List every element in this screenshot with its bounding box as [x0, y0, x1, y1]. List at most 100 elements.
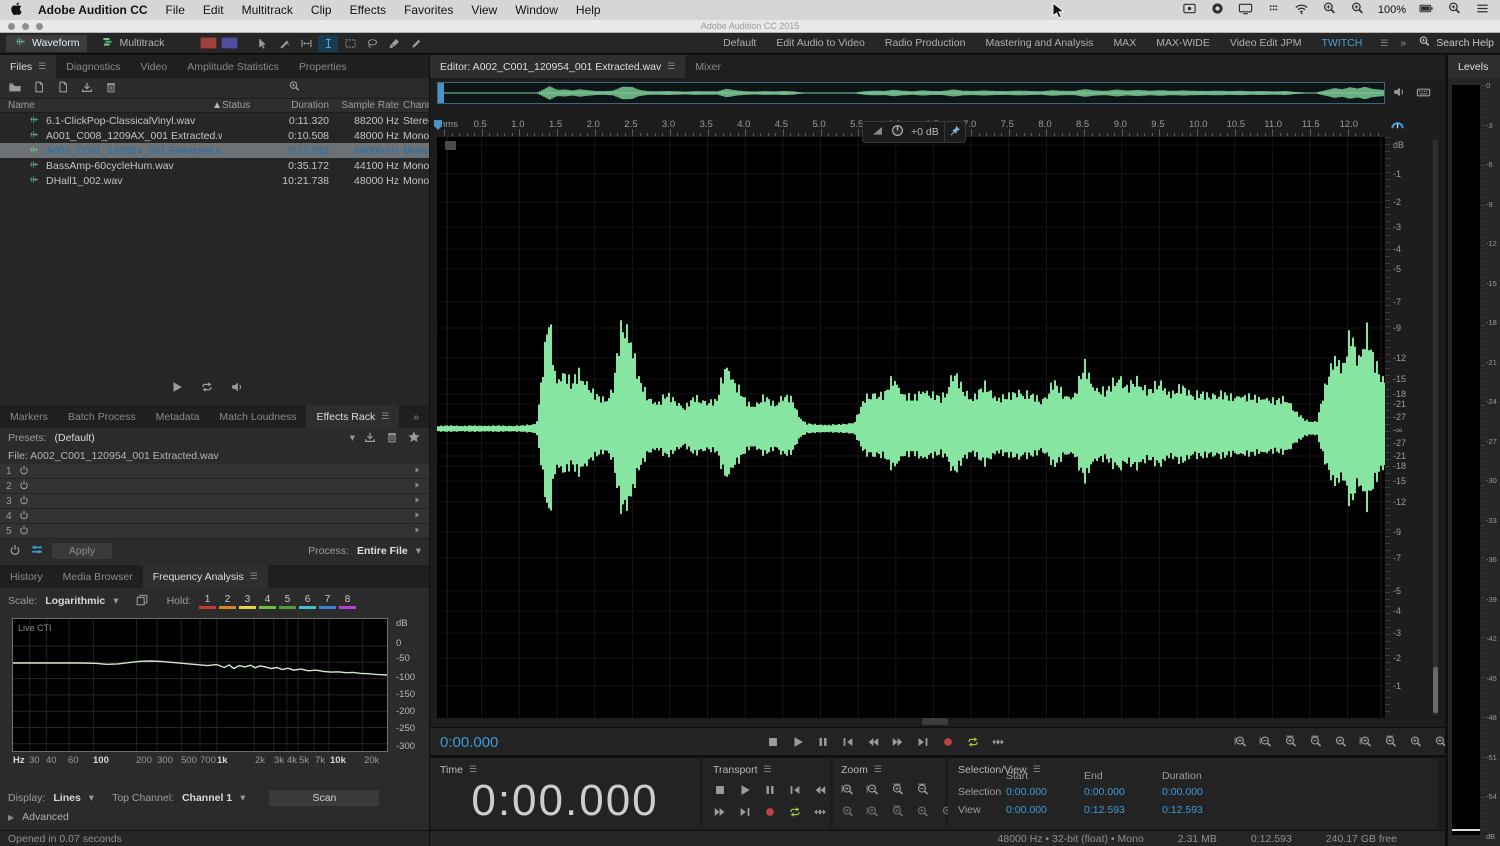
import-file-icon[interactable]: [32, 80, 46, 97]
column-duration[interactable]: Duration: [260, 100, 335, 111]
effect-slot-5[interactable]: 5: [0, 524, 429, 539]
spotlight-search-icon[interactable]: [1447, 1, 1462, 19]
workspace-menu-icon[interactable]: ☰: [1380, 38, 1388, 49]
menu-item-favorites[interactable]: Favorites: [404, 3, 453, 17]
slot-power-icon[interactable]: [18, 509, 30, 524]
window-icon[interactable]: [1350, 1, 1365, 19]
adjust-button[interactable]: [809, 802, 831, 822]
hold-button-1[interactable]: 1: [199, 594, 216, 609]
waveform-overview-strip[interactable]: [437, 82, 1385, 104]
zoom-in-h-button[interactable]: [1230, 732, 1252, 752]
waveform-scroll-handle[interactable]: [922, 718, 948, 725]
preset-dropdown-icon[interactable]: ▾: [350, 432, 355, 444]
menu-item-effects[interactable]: Effects: [350, 3, 386, 17]
marquee-selection-tool-button[interactable]: [340, 35, 360, 52]
frequency-tab-history[interactable]: History: [0, 565, 53, 588]
loop-button[interactable]: [784, 802, 806, 822]
hold-button-5[interactable]: 5: [279, 594, 296, 609]
play-button[interactable]: [787, 732, 809, 752]
file-row-0[interactable]: 6.1-ClickPop-ClassicalVinyl.wav 0:11.320…: [0, 113, 429, 128]
slot-expand-icon[interactable]: [411, 464, 423, 479]
effects-tab-markers[interactable]: Markers: [0, 405, 58, 428]
hold-button-6[interactable]: 6: [299, 594, 316, 609]
gain-value[interactable]: +0 dB: [911, 126, 939, 138]
file-row-1[interactable]: A001_C008_1209AX_001 Extracted.wav 0:10.…: [0, 128, 429, 143]
gain-hud[interactable]: +0 dB: [862, 121, 948, 143]
hold-button-2[interactable]: 2: [219, 594, 236, 609]
slip-tool-button[interactable]: [296, 35, 316, 52]
editor-tab[interactable]: Editor: A002_C001_120954_001 Extracted.w…: [430, 55, 685, 78]
playhead-marker[interactable]: [433, 119, 443, 131]
frequency-tab-frequency-analysis[interactable]: Frequency Analysis☰: [143, 565, 268, 588]
panel-menu-icon[interactable]: ☰: [764, 764, 772, 776]
rewind-button[interactable]: [862, 732, 884, 752]
hold-button-3[interactable]: 3: [239, 594, 256, 609]
effects-tab-batch-process[interactable]: Batch Process: [58, 405, 146, 428]
paintbrush-selection-tool-button[interactable]: [384, 35, 404, 52]
monitor-speaker-icon[interactable]: [1392, 85, 1406, 103]
workspace-video-edit-jpm[interactable]: Video Edit JPM: [1230, 37, 1302, 49]
display-dropdown-icon[interactable]: ▾: [89, 792, 94, 804]
effect-slot-3[interactable]: 3: [0, 494, 429, 509]
zoom-out-h-button[interactable]: [862, 780, 884, 800]
time-display[interactable]: 0:00.000: [430, 776, 700, 826]
spot-healing-brush-tool-button[interactable]: [406, 35, 426, 52]
effect-slot-1[interactable]: 1: [0, 464, 429, 479]
panel-menu-icon[interactable]: ☰: [874, 764, 882, 776]
lasso-selection-tool-button[interactable]: [362, 35, 382, 52]
column-status[interactable]: Status: [222, 100, 260, 111]
workspace-default[interactable]: Default: [723, 37, 756, 49]
razor-tool-button[interactable]: [274, 35, 294, 52]
slot-power-icon[interactable]: [18, 494, 30, 509]
top-channel-dropdown-icon[interactable]: ▾: [240, 792, 245, 804]
zoom-in-v-button[interactable]: [1280, 732, 1302, 752]
fast-forward-button[interactable]: [709, 802, 731, 822]
envelope-keyframe-icon[interactable]: [445, 141, 456, 150]
slot-expand-icon[interactable]: [411, 509, 423, 524]
multitrack-view-button[interactable]: Multitrack: [93, 35, 172, 52]
levels-tab[interactable]: Levels: [1448, 55, 1500, 78]
move-tool-button[interactable]: [252, 35, 272, 52]
zoom-out-h-button[interactable]: [1255, 732, 1277, 752]
stop-button[interactable]: [762, 732, 784, 752]
skip-start-button[interactable]: [784, 780, 806, 800]
effects-tab-effects-rack[interactable]: Effects Rack☰: [306, 405, 399, 428]
zoom-full-button[interactable]: [837, 802, 859, 822]
zoom-out-v-button[interactable]: [912, 780, 934, 800]
skip-end-button[interactable]: [734, 802, 756, 822]
files-tab-files[interactable]: Files☰: [0, 55, 56, 78]
time-selection-tool-button[interactable]: [318, 35, 338, 52]
overview-view-handle[interactable]: [438, 83, 444, 103]
zoom-sel-left-button[interactable]: [1355, 732, 1377, 752]
menu-item-help[interactable]: Help: [576, 3, 601, 17]
preset-value[interactable]: (Default): [55, 432, 95, 444]
hold-button-7[interactable]: 7: [319, 594, 336, 609]
playhead-time-readout[interactable]: 0:00.000: [440, 734, 498, 751]
menu-item-window[interactable]: Window: [515, 3, 558, 17]
zoom-full-button[interactable]: [1330, 732, 1352, 752]
scale-value[interactable]: Logarithmic: [45, 595, 105, 607]
zoom-sel-right-button[interactable]: [1380, 732, 1402, 752]
record-button[interactable]: [759, 802, 781, 822]
loop-button[interactable]: [962, 732, 984, 752]
view-end-value[interactable]: 0:12.593: [1084, 804, 1162, 816]
auto-play-button[interactable]: [230, 380, 244, 397]
frequency-plot[interactable]: Live CTI: [12, 618, 388, 752]
workspace-edit-audio-to-video[interactable]: Edit Audio to Video: [776, 37, 865, 49]
hold-button-8[interactable]: 8: [339, 594, 356, 609]
files-search-input[interactable]: [288, 80, 301, 96]
effect-slot-4[interactable]: 4: [0, 509, 429, 524]
display-value[interactable]: Lines: [53, 792, 80, 804]
spectral-frequency-display-button[interactable]: [200, 37, 217, 49]
zoom-out-v-button[interactable]: [1305, 732, 1327, 752]
tabs-overflow-icon[interactable]: »: [403, 405, 429, 428]
frequency-tab-media-browser[interactable]: Media Browser: [53, 565, 143, 588]
slot-power-icon[interactable]: [18, 524, 30, 539]
close-window-icon[interactable]: [8, 23, 15, 30]
keyboard-shortcuts-icon[interactable]: [1416, 85, 1431, 103]
menu-item-adobe-audition-cc[interactable]: Adobe Audition CC: [38, 3, 148, 17]
zoom-sel-button[interactable]: [912, 802, 934, 822]
rack-toggle-icon[interactable]: [30, 543, 44, 560]
process-value[interactable]: Entire File: [357, 545, 408, 557]
slot-expand-icon[interactable]: [411, 494, 423, 509]
